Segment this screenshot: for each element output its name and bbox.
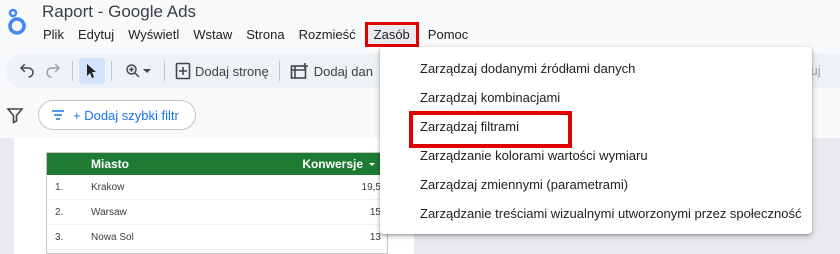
chevron-down-icon <box>143 69 151 73</box>
table-row: 3. Nowa Sol 13 <box>47 225 387 250</box>
add-data-label: Dodaj dan <box>313 63 373 79</box>
menu-strona[interactable]: Strona <box>239 24 291 45</box>
zoom-icon <box>126 64 140 78</box>
menu-wyswietl[interactable]: Wyświetl <box>121 24 186 45</box>
add-quick-filter-label: + Dodaj szybki filtr <box>73 107 179 123</box>
menu-item-manage-community-visualizations[interactable]: Zarządzanie treściami wizualnymi utworzo… <box>380 199 812 228</box>
menu-plik[interactable]: Plik <box>36 24 71 45</box>
select-tool-button[interactable] <box>79 58 105 84</box>
menubar: Plik Edytuj Wyświetl Wstaw Strona Rozmie… <box>36 21 475 47</box>
cell-city: Nowa Sol <box>91 231 134 243</box>
redo-button[interactable] <box>40 58 66 84</box>
add-data-button[interactable]: Dodaj dan <box>286 58 377 84</box>
add-page-label: Dodaj stronę <box>195 63 269 79</box>
add-page-button[interactable]: Dodaj stronę <box>171 58 273 84</box>
cell-conversions: 15 <box>369 206 381 218</box>
menu-pomoc[interactable]: Pomoc <box>421 24 475 45</box>
header-conversions-label: Konwersje <box>302 157 363 171</box>
undo-button[interactable] <box>14 58 40 84</box>
add-quick-filter-button[interactable]: + Dodaj szybki filtr <box>38 100 196 130</box>
filter-icon[interactable] <box>6 106 24 124</box>
resource-menu-dropdown: Zarządzaj dodanymi źródłami danych Zarzą… <box>380 47 812 234</box>
cell-city: Warsaw <box>91 206 127 218</box>
menu-item-manage-filters[interactable]: Zarządzaj filtrami <box>380 111 812 148</box>
row-index: 2. <box>55 206 64 218</box>
document-title[interactable]: Raport - Google Ads <box>42 2 196 22</box>
header-city[interactable]: Miasto <box>91 157 129 171</box>
menu-wstaw[interactable]: Wstaw <box>186 24 239 45</box>
menu-zasob[interactable]: Zasób <box>364 21 419 47</box>
toolbar-divider <box>111 61 112 81</box>
filter-lines-icon <box>52 110 64 120</box>
zoom-button[interactable] <box>118 58 158 84</box>
header-conversions[interactable]: Konwersje <box>302 157 377 171</box>
cell-conversions: 19,5 <box>361 181 381 193</box>
toolbar-divider <box>164 61 165 81</box>
sort-desc-icon <box>369 163 375 166</box>
add-page-icon <box>175 62 191 80</box>
menu-edytuj[interactable]: Edytuj <box>71 24 121 45</box>
table-row: 2. Warsaw 15 <box>47 200 387 225</box>
app-window: Raport - Google Ads Plik Edytuj Wyświetl… <box>0 0 840 254</box>
toolbar-divider <box>278 61 280 81</box>
cell-conversions: 13 <box>369 231 381 243</box>
cell-city: Krakow <box>91 181 125 193</box>
add-data-icon <box>290 63 308 79</box>
menu-item-manage-parameters[interactable]: Zarządzaj zmiennymi (parametrami) <box>380 170 812 199</box>
menu-item-manage-data-sources[interactable]: Zarządzaj dodanymi źródłami danych <box>380 54 812 83</box>
menu-item-manage-blends[interactable]: Zarządzaj kombinacjami <box>380 83 812 112</box>
row-index: 3. <box>55 231 64 243</box>
redo-icon <box>46 63 61 78</box>
undo-icon <box>19 63 34 78</box>
menu-rozmiesc[interactable]: Rozmieść <box>292 24 363 45</box>
data-table[interactable]: Miasto Konwersje 1. Krakow 19,5 2. Warsa… <box>46 152 388 254</box>
table-header: Miasto Konwersje <box>47 153 387 175</box>
toolbar-divider <box>72 61 73 81</box>
row-index: 1. <box>55 181 64 193</box>
looker-studio-logo-icon <box>8 8 26 35</box>
menu-item-manage-dimension-colors[interactable]: Zarządzanie kolorami wartości wymiaru <box>380 141 812 170</box>
table-row: 1. Krakow 19,5 <box>47 175 387 200</box>
select-cursor-icon <box>87 64 96 78</box>
